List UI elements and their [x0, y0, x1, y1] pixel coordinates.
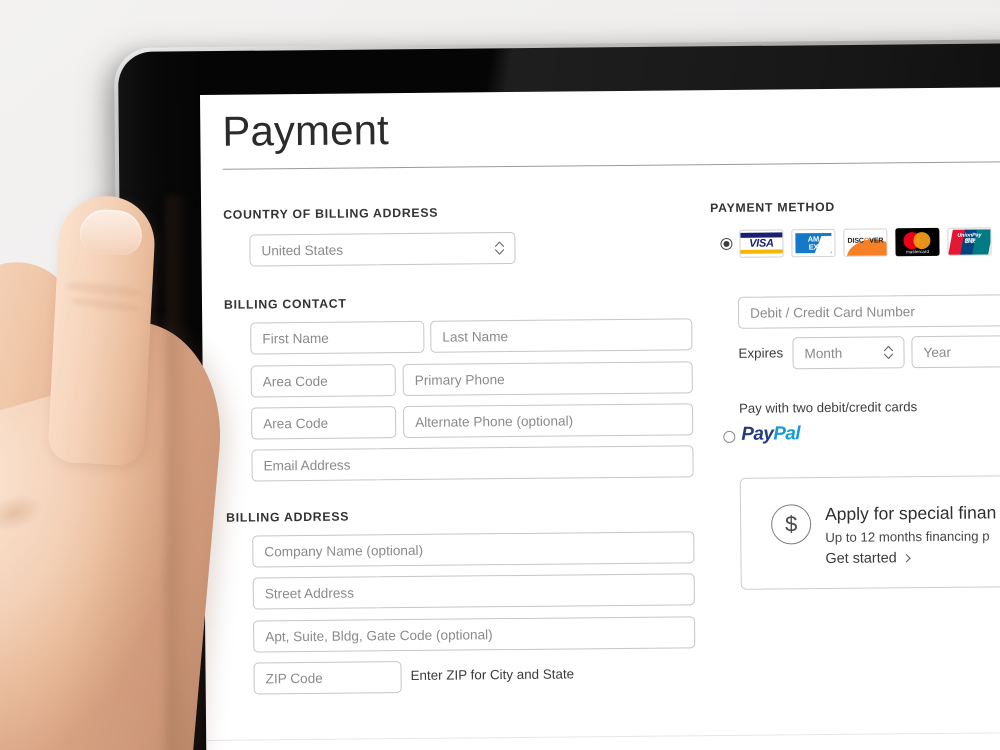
email-address-placeholder: Email Address [263, 457, 351, 473]
financing-promo-title: Apply for special finan [824, 502, 997, 525]
financing-promo-subtitle: Up to 12 months financing p [825, 528, 990, 546]
area-code-2-placeholder: Area Code [263, 415, 329, 431]
company-name-placeholder: Company Name (optional) [264, 542, 424, 559]
country-select-value: United States [261, 242, 344, 258]
area-code-1-input[interactable]: Area Code [250, 364, 396, 398]
mastercard-logo[interactable]: mastercard [895, 227, 940, 257]
paypal-pay-text: Pay [741, 423, 774, 445]
chevron-updown-icon [493, 238, 505, 258]
expires-month-select[interactable]: Month [792, 336, 905, 370]
financing-promo-card[interactable]: $ Apply for special finan Up to 12 month… [739, 474, 1000, 590]
upper-finger [0, 248, 97, 424]
dollar-sign: $ [784, 511, 798, 537]
mastercard-wordmark: mastercard [906, 248, 930, 254]
dollar-circle-icon: $ [770, 504, 812, 545]
chevron-right-icon [902, 553, 911, 563]
payment-page: Payment COUNTRY OF BILLING ADDRESS Unite… [200, 87, 1000, 750]
page-bottom-divider [206, 731, 1000, 741]
street-address-placeholder: Street Address [264, 585, 355, 601]
get-started-label: Get started [825, 550, 897, 568]
thumb-web-crease [0, 487, 48, 539]
primary-phone-placeholder: Primary Phone [414, 371, 505, 388]
alternate-phone-input[interactable]: Alternate Phone (optional) [402, 403, 694, 439]
area-code-2-input[interactable]: Area Code [251, 406, 397, 440]
last-name-placeholder: Last Name [442, 328, 509, 345]
apt-suite-input[interactable]: Apt, Suite, Bldg, Gate Code (optional) [253, 616, 696, 653]
bezel-gloss-left [118, 51, 212, 750]
tablet-screen: Payment COUNTRY OF BILLING ADDRESS Unite… [200, 86, 1000, 750]
country-of-billing-address-label: COUNTRY OF BILLING ADDRESS [223, 205, 439, 222]
unionpay-line-2: 银联 [964, 238, 975, 246]
country-select[interactable]: United States [249, 231, 516, 267]
visa-wordmark: VISA [749, 237, 774, 250]
first-name-placeholder: First Name [262, 330, 329, 346]
first-name-input[interactable]: First Name [250, 320, 425, 355]
discover-logo[interactable]: DISCOVER [843, 228, 888, 257]
split-payment-text: Pay with two debit/credit cards [738, 399, 918, 416]
discover-post: VER [869, 237, 884, 245]
expires-label: Expires [738, 345, 784, 361]
paypal-radio[interactable] [723, 430, 736, 443]
expires-month-placeholder: Month [804, 345, 843, 361]
zip-code-input[interactable]: ZIP Code [253, 661, 402, 695]
visa-bottom-bar [740, 249, 783, 254]
page-title: Payment [222, 106, 390, 155]
accepted-cards-row: VISA AM EX DISCOVER mastercard UnionPay … [739, 227, 992, 258]
title-divider [222, 160, 1000, 170]
discover-wordmark: DISCOVER [844, 237, 886, 244]
alternate-phone-placeholder: Alternate Phone (optional) [415, 412, 574, 430]
unionpay-logo[interactable]: UnionPay 银联 [947, 227, 992, 256]
expires-year-placeholder: Year [923, 344, 952, 360]
last-name-input[interactable]: Last Name [430, 318, 693, 353]
paypal-pal-text: Pal [773, 423, 801, 445]
zip-helper-text: Enter ZIP for City and State [410, 666, 575, 684]
billing-address-label: BILLING ADDRESS [225, 509, 350, 525]
email-address-input[interactable]: Email Address [251, 445, 694, 482]
unionpay-wordmark: UnionPay 银联 [948, 232, 990, 246]
company-name-input[interactable]: Company Name (optional) [252, 531, 695, 568]
expires-year-select[interactable]: Year [911, 335, 1000, 369]
screenshot-stage: Payment COUNTRY OF BILLING ADDRESS Unite… [0, 0, 1000, 750]
apt-suite-placeholder: Apt, Suite, Bldg, Gate Code (optional) [265, 626, 493, 644]
chevron-updown-icon [882, 342, 894, 362]
get-started-link[interactable]: Get started [825, 550, 911, 568]
card-payment-radio[interactable] [720, 237, 733, 251]
visa-logo[interactable]: VISA [739, 229, 784, 258]
street-address-input[interactable]: Street Address [252, 573, 695, 610]
discover-pre: DISC [847, 237, 864, 245]
amex-logo[interactable]: AM EX [791, 228, 836, 258]
card-number-input[interactable]: Debit / Credit Card Number [737, 293, 1000, 329]
zip-code-placeholder: ZIP Code [265, 670, 323, 686]
paypal-logo[interactable]: PayPal [741, 423, 800, 446]
payment-method-label: PAYMENT METHOD [710, 199, 836, 216]
amex-blue-field: AM EX [795, 232, 836, 257]
primary-phone-input[interactable]: Primary Phone [402, 361, 693, 397]
billing-contact-label: BILLING CONTACT [223, 296, 347, 312]
card-number-placeholder: Debit / Credit Card Number [750, 303, 915, 321]
mastercard-yellow-circle [913, 231, 931, 250]
area-code-1-placeholder: Area Code [262, 373, 328, 389]
